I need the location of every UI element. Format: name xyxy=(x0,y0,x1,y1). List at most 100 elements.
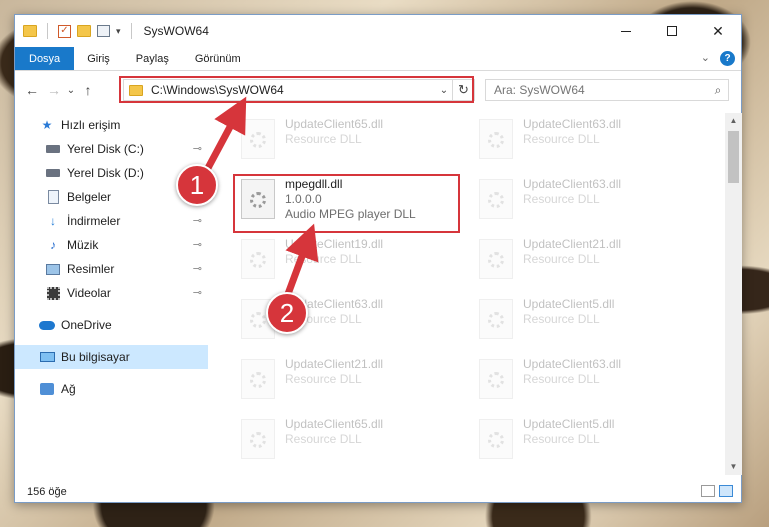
quick-access-toolbar: ✓ ▾ xyxy=(15,23,136,39)
sidebar-item-downloads[interactable]: ↓ İndirmeler ⊸ xyxy=(15,209,208,233)
pin-icon[interactable]: ⊸ xyxy=(193,190,202,203)
file-tile-mpegdll[interactable]: mpegdll.dll 1.0.0.0 Audio MPEG player DL… xyxy=(233,173,461,229)
star-icon: ★ xyxy=(41,118,53,132)
network-icon xyxy=(39,382,55,396)
file-tile[interactable]: UpdateClient63.dll Resource DLL xyxy=(233,293,461,349)
file-name: mpegdll.dll xyxy=(285,177,343,191)
dll-file-icon xyxy=(479,359,513,399)
search-icon[interactable]: ⌕ xyxy=(708,83,728,98)
sidebar-item-pictures[interactable]: Resimler ⊸ xyxy=(15,257,208,281)
sidebar-item-label: Hızlı erişim xyxy=(61,118,121,132)
refresh-button[interactable]: ↻ xyxy=(452,80,474,100)
file-tile[interactable]: UpdateClient65.dll Resource DLL xyxy=(233,413,461,469)
dll-file-icon xyxy=(241,299,275,339)
search-box[interactable]: ⌕ xyxy=(485,79,729,101)
sidebar-item-label: OneDrive xyxy=(61,318,112,332)
sidebar-item-documents[interactable]: Belgeler ⊸ xyxy=(15,185,208,209)
dll-file-icon xyxy=(241,359,275,399)
details-view-icon[interactable] xyxy=(701,485,715,497)
file-name: UpdateClient5.dll xyxy=(523,417,615,431)
tab-home[interactable]: Giriş xyxy=(74,47,123,70)
dll-file-icon xyxy=(479,299,513,339)
sidebar-item-local-disk-c[interactable]: Yerel Disk (C:) ⊸ xyxy=(15,137,208,161)
this-pc-icon xyxy=(39,350,55,364)
view-toggle xyxy=(701,485,733,497)
pin-icon[interactable]: ⊸ xyxy=(193,286,202,299)
sidebar-item-network[interactable]: Ağ xyxy=(15,377,208,401)
scroll-down-icon[interactable]: ▼ xyxy=(725,459,742,475)
separator xyxy=(47,23,48,39)
sidebar-item-label: Yerel Disk (D:) xyxy=(67,166,144,180)
file-tile[interactable]: UpdateClient5.dll Resource DLL xyxy=(471,413,699,469)
pin-icon[interactable]: ⊸ xyxy=(193,166,202,179)
pin-icon[interactable]: ⊸ xyxy=(193,214,202,227)
help-icon[interactable]: ? xyxy=(720,51,735,66)
customize-dropdown-icon[interactable]: ▾ xyxy=(116,26,121,37)
close-button[interactable]: ✕ xyxy=(695,15,741,47)
sidebar-item-music[interactable]: ♪ Müzik ⊸ xyxy=(15,233,208,257)
file-description: Resource DLL xyxy=(523,312,600,326)
music-icon: ♪ xyxy=(50,238,56,252)
file-description: Resource DLL xyxy=(285,432,362,446)
address-dropdown-icon[interactable]: ⌄ xyxy=(436,85,452,96)
minimize-button[interactable] xyxy=(603,15,649,47)
tiles-view-icon[interactable] xyxy=(719,485,733,497)
sidebar-item-label: Videolar xyxy=(67,286,111,300)
tab-view[interactable]: Görünüm xyxy=(182,47,254,70)
file-description: Resource DLL xyxy=(523,192,600,206)
file-name: UpdateClient63.dll xyxy=(523,357,622,371)
file-name: UpdateClient63.dll xyxy=(523,117,622,131)
disk-icon xyxy=(45,166,61,180)
recent-locations-dropdown[interactable]: ⌄ xyxy=(65,85,77,96)
maximize-button[interactable] xyxy=(649,15,695,47)
pin-icon[interactable]: ⊸ xyxy=(193,238,202,251)
file-tile[interactable]: UpdateClient21.dll Resource DLL xyxy=(233,353,461,409)
dll-file-icon xyxy=(479,179,513,219)
up-button[interactable]: ↑ xyxy=(77,82,99,98)
file-tile[interactable]: UpdateClient19.dll Resource DLL xyxy=(233,233,461,289)
customize-icon[interactable] xyxy=(97,25,110,37)
file-tile[interactable]: UpdateClient63.dll Resource DLL xyxy=(471,353,699,409)
file-description: Audio MPEG player DLL xyxy=(285,207,416,221)
file-tile[interactable]: UpdateClient5.dll Resource DLL xyxy=(471,293,699,349)
sidebar-item-videos[interactable]: Videolar ⊸ xyxy=(15,281,208,305)
separator xyxy=(130,23,132,39)
properties-check-icon[interactable]: ✓ xyxy=(58,24,71,38)
pin-icon[interactable]: ⊸ xyxy=(193,142,202,155)
address-bar[interactable]: C:\Windows\SysWOW64 ⌄ ↻ xyxy=(123,79,475,101)
pin-icon[interactable]: ⊸ xyxy=(193,262,202,275)
dll-file-icon xyxy=(241,119,275,159)
sidebar-item-onedrive[interactable]: OneDrive xyxy=(15,313,208,337)
file-tile[interactable]: UpdateClient63.dll Resource DLL xyxy=(471,173,699,229)
sidebar-item-quick-access[interactable]: ★ Hızlı erişim xyxy=(15,113,208,137)
videos-icon xyxy=(45,286,61,300)
sidebar-item-this-pc[interactable]: Bu bilgisayar xyxy=(15,345,208,369)
minimize-icon xyxy=(621,30,631,32)
file-description: Resource DLL xyxy=(285,132,362,146)
file-tile[interactable]: UpdateClient21.dll Resource DLL xyxy=(471,233,699,289)
scrollbar-thumb[interactable] xyxy=(728,131,739,183)
file-tile[interactable]: UpdateClient63.dll Resource DLL xyxy=(471,113,699,169)
sidebar-item-label: Ağ xyxy=(61,382,76,396)
dll-file-icon xyxy=(241,419,275,459)
sidebar-item-local-disk-d[interactable]: Yerel Disk (D:) ⊸ xyxy=(15,161,208,185)
onedrive-icon xyxy=(39,318,55,332)
address-path[interactable]: C:\Windows\SysWOW64 xyxy=(151,83,436,97)
file-tile[interactable]: UpdateClient65.dll Resource DLL xyxy=(233,113,461,169)
forward-button[interactable]: → xyxy=(43,82,65,98)
expand-ribbon-icon[interactable]: ⌄ xyxy=(701,51,710,66)
file-description: Resource DLL xyxy=(523,372,600,386)
file-name: UpdateClient21.dll xyxy=(523,237,622,251)
vertical-scrollbar[interactable]: ▲ ▼ xyxy=(725,113,742,475)
download-icon: ↓ xyxy=(50,214,56,228)
explorer-window: ✓ ▾ SysWOW64 ✕ Dosya Giriş Paylaş Görünü… xyxy=(14,14,742,503)
scroll-up-icon[interactable]: ▲ xyxy=(725,113,742,129)
status-bar: 156 öğe xyxy=(15,481,741,503)
tab-share[interactable]: Paylaş xyxy=(123,47,182,70)
search-input[interactable] xyxy=(494,83,708,97)
back-button[interactable]: ← xyxy=(21,82,43,98)
tab-file[interactable]: Dosya xyxy=(15,47,75,70)
new-folder-icon[interactable] xyxy=(77,25,91,37)
